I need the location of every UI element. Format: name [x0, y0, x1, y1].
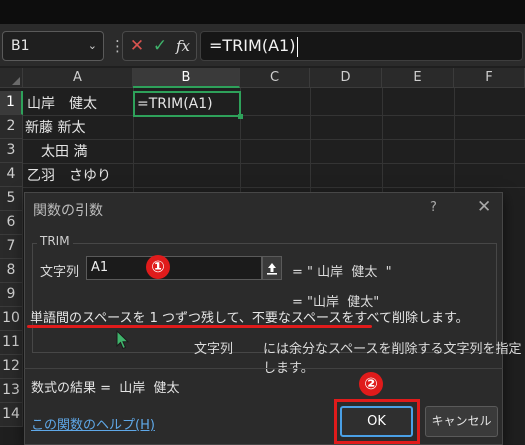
argument-preview: = " 山岸 健太 " [292, 265, 392, 280]
row-header-3[interactable]: 3 [0, 139, 23, 163]
column-header-c[interactable]: C [240, 68, 310, 88]
enter-check-icon[interactable]: ✓ [149, 32, 171, 60]
cell-a1[interactable]: 山岸 健太 [27, 92, 97, 116]
argument-input[interactable]: A1 [86, 256, 262, 280]
red-underline-annotation [27, 325, 372, 328]
cancel-button[interactable]: キャンセル [425, 406, 498, 437]
row-header-6[interactable]: 6 [0, 211, 23, 235]
step-2-marker: ② [359, 372, 383, 396]
select-all-corner[interactable] [0, 68, 23, 88]
chevron-down-icon[interactable]: ⌄ [88, 32, 97, 60]
row-header-10[interactable]: 10 [0, 307, 23, 331]
cancel-icon[interactable]: ✕ [126, 32, 148, 60]
gridline [23, 139, 525, 140]
cell-a2[interactable]: 新藤 新太 [25, 116, 85, 140]
column-header-b[interactable]: B [133, 68, 240, 88]
formula-result-value: 山岸 健太 [119, 381, 180, 396]
argument-description: には余分なスペースを削除する文字列を指定します。 [263, 342, 522, 376]
more-options-icon[interactable]: ⋮ [110, 33, 125, 59]
argument-description-title: 文字列 [194, 342, 234, 357]
argument-label: 文字列 [40, 265, 80, 280]
row-header-9[interactable]: 9 [0, 283, 23, 307]
help-icon[interactable]: ? [430, 200, 437, 215]
mouse-cursor-icon [116, 330, 130, 350]
formula-controls: ✕ ✓ fx [122, 31, 197, 61]
column-header-e[interactable]: E [382, 68, 454, 88]
cell-a4[interactable]: 乙羽 さゆり [27, 164, 111, 188]
step-1-marker: ① [146, 255, 170, 279]
gridline [23, 115, 525, 116]
active-cell-border [133, 91, 241, 117]
formula-input[interactable]: =TRIM(A1) [200, 31, 523, 61]
formula-result: 数式の結果 = 山岸 健太 [31, 377, 180, 396]
name-box-value: B1 [11, 38, 30, 54]
insert-function-icon[interactable]: fx [172, 32, 194, 60]
row-header-4[interactable]: 4 [0, 163, 23, 187]
function-name: TRIM [37, 234, 73, 248]
text-caret [297, 36, 299, 57]
column-header-a[interactable]: A [23, 68, 133, 88]
row-header-5[interactable]: 5 [0, 187, 23, 211]
divider [24, 368, 503, 369]
name-box[interactable]: B1 ⌄ [2, 31, 104, 61]
formula-text: =TRIM(A1) [209, 36, 296, 55]
function-help-link[interactable]: この関数のヘルプ(H) [31, 414, 155, 433]
cell-a3[interactable]: 太田 満 [27, 140, 87, 164]
column-header-f[interactable]: F [454, 68, 525, 88]
close-icon[interactable]: ✕ [477, 197, 491, 217]
function-description: 単語間のスペースを 1 つずつ残して、不要なスペースをすべて削除します。 [30, 311, 469, 326]
row-header-8[interactable]: 8 [0, 259, 23, 283]
row-header-12[interactable]: 12 [0, 355, 23, 379]
formula-result-label: 数式の結果 = [31, 381, 112, 396]
upload-arrow-icon [267, 263, 277, 275]
fill-handle[interactable] [238, 114, 243, 119]
row-header-14[interactable]: 14 [0, 403, 23, 427]
dialog-title: 関数の引数 [33, 203, 103, 219]
row-header-11[interactable]: 11 [0, 331, 23, 355]
row-header-2[interactable]: 2 [0, 115, 23, 139]
collapse-dialog-button[interactable] [262, 256, 282, 280]
row-header-1[interactable]: 1 [0, 91, 23, 115]
title-strip [0, 0, 525, 24]
column-header-d[interactable]: D [310, 68, 382, 88]
ok-button-highlight [334, 399, 420, 444]
row-header-13[interactable]: 13 [0, 379, 23, 403]
row-header-7[interactable]: 7 [0, 235, 23, 259]
